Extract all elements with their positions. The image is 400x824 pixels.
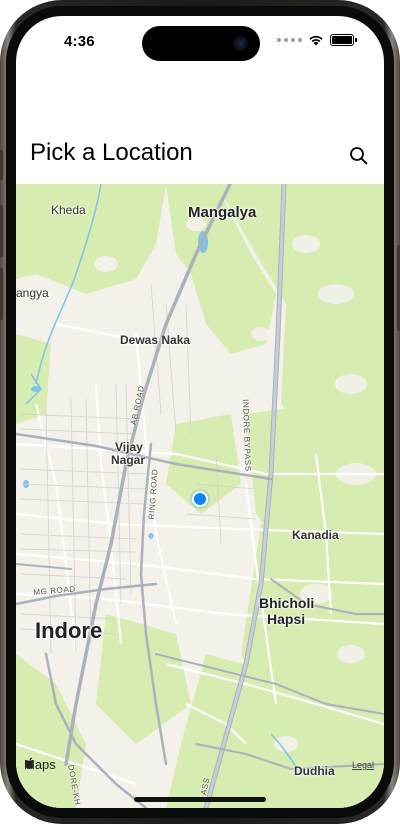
cellular-signal-icon (277, 38, 302, 42)
page-title: Pick a Location (30, 139, 193, 166)
map-label-dudhia[interactable]: Dudhia (294, 764, 335, 778)
volume-down-button (0, 268, 3, 320)
map-label-bhicholi[interactable]: Bhicholi (259, 595, 314, 611)
action-button (0, 150, 3, 180)
status-time: 4:36 (64, 33, 95, 50)
maps-attribution[interactable]: Maps (24, 757, 56, 772)
map-label-dewas-naka[interactable]: Dewas Naka (120, 333, 190, 347)
volume-up-button (0, 205, 3, 257)
home-indicator[interactable] (134, 797, 266, 802)
apple-logo-icon (25, 757, 34, 769)
map-label-nagar[interactable]: Nagar (111, 453, 145, 467)
search-icon[interactable] (348, 145, 370, 167)
dynamic-island (142, 26, 260, 61)
map-label-hapsi[interactable]: Hapsi (267, 611, 305, 627)
map-view[interactable]: Mangalya Dewas Naka Vijay Nagar Kanadia … (16, 184, 384, 808)
camera-icon (233, 36, 248, 51)
map-label-angya[interactable]: angya (16, 286, 49, 300)
map-label-kheda[interactable]: Kheda (51, 203, 86, 217)
current-location-icon[interactable] (189, 488, 211, 510)
map-label-kanadia[interactable]: Kanadia (292, 528, 339, 542)
battery-icon (330, 34, 357, 46)
status-icons (277, 34, 357, 46)
map-label-indore[interactable]: Indore (35, 618, 102, 644)
screen: 4:36 Pick a Location Mangalya Dewas Naka… (16, 16, 384, 808)
map-label-mangalya[interactable]: Mangalya (188, 204, 256, 221)
wifi-icon (309, 35, 323, 46)
map-label-vijay[interactable]: Vijay (115, 440, 143, 454)
legal-link[interactable]: Legal (352, 760, 374, 770)
